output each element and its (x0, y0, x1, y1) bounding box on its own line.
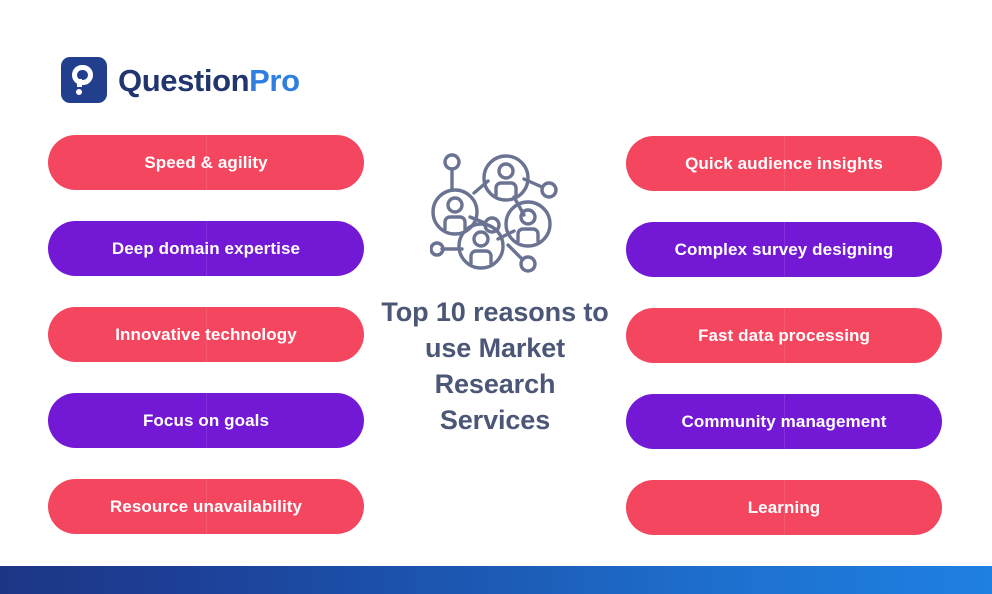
pill-label: Resource unavailability (109, 496, 303, 516)
logo-wordmark: QuestionPro (118, 65, 300, 96)
logo-word-question: Question (118, 62, 250, 98)
reason-pill-fast-data-processing[interactable]: Fast data processing (626, 308, 942, 363)
people-network-icon (430, 153, 558, 273)
questionpro-logo: QuestionPro (61, 57, 300, 103)
reason-pill-complex-survey-designing[interactable]: Complex survey designing (626, 222, 942, 277)
center-block: Top 10 reasons to use Market Research Se… (366, 145, 624, 439)
pill-label: Complex survey designing (674, 239, 894, 259)
pill-label: Deep domain expertise (111, 238, 301, 258)
reason-pill-learning[interactable]: Learning (626, 480, 942, 535)
reason-pill-speed-agility[interactable]: Speed & agility (48, 135, 364, 190)
reason-pill-community-management[interactable]: Community management (626, 394, 942, 449)
pill-label: Innovative technology (115, 324, 297, 344)
left-reasons-column: Speed & agility Deep domain expertise In… (48, 135, 364, 534)
pill-label: Fast data processing (697, 325, 871, 345)
reason-pill-focus-on-goals[interactable]: Focus on goals (48, 393, 364, 448)
right-reasons-column: Quick audience insights Complex survey d… (626, 136, 942, 535)
questionpro-p-mark-icon (61, 57, 107, 103)
reason-pill-innovative-technology[interactable]: Innovative technology (48, 307, 364, 362)
pill-label: Learning (747, 497, 821, 517)
pill-label: Speed & agility (144, 152, 268, 172)
reason-pill-deep-domain-expertise[interactable]: Deep domain expertise (48, 221, 364, 276)
logo-word-pro: Pro (249, 62, 300, 98)
pill-label: Focus on goals (142, 410, 270, 430)
infographic-slide: QuestionPro Speed & agility Deep domain … (0, 0, 992, 594)
reason-pill-resource-unavailability[interactable]: Resource unavailability (48, 479, 364, 534)
reason-pill-quick-audience-insights[interactable]: Quick audience insights (626, 136, 942, 191)
footer-gradient-bar (0, 566, 992, 594)
page-title: Top 10 reasons to use Market Research Se… (381, 297, 609, 435)
pill-label: Quick audience insights (685, 153, 883, 173)
pill-label: Community management (681, 411, 887, 431)
